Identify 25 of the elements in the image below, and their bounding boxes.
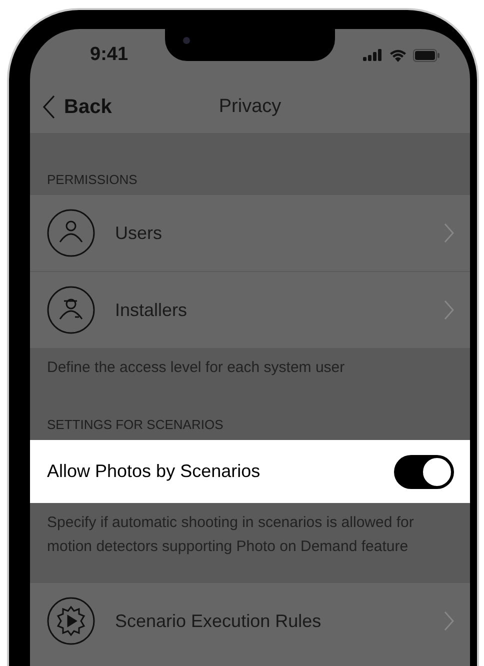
person-icon [47, 209, 95, 257]
section-footer: Define the access level for each system user [47, 359, 345, 376]
row-label: Installers [115, 300, 188, 320]
list-item[interactable]: Scenario Execution Rules [30, 583, 470, 659]
section-header: PERMISSIONS [47, 172, 138, 187]
row-label: Scenario Execution Rules [115, 610, 322, 632]
chevron-icon [444, 223, 454, 243]
wifi-icon [389, 48, 407, 62]
row-label: Users [115, 222, 164, 244]
toggle-switch[interactable] [394, 454, 454, 488]
status-time: 9:41 [90, 44, 128, 66]
chevron-icon [444, 611, 454, 631]
back-button[interactable]: Back [30, 94, 112, 120]
list-item[interactable]: Installers [30, 271, 470, 348]
row-label: Allow Photos by Scenarios [47, 461, 262, 482]
battery-icon [413, 48, 440, 62]
section-header: SETTINGS FOR SCENARIOS [47, 417, 224, 432]
chevron-icon [444, 300, 454, 320]
screen-title: Privacy [218, 96, 282, 118]
gear-play-icon [47, 597, 95, 645]
section-footer: Specify if automatic shooting in scenarios is allowed for motion detectors supporting Photo on Demand feature [47, 514, 414, 555]
list-item[interactable]: Users [30, 195, 470, 271]
person-cap-icon [47, 286, 95, 334]
back-chevron-icon [42, 94, 56, 120]
signal-icon [363, 49, 383, 61]
